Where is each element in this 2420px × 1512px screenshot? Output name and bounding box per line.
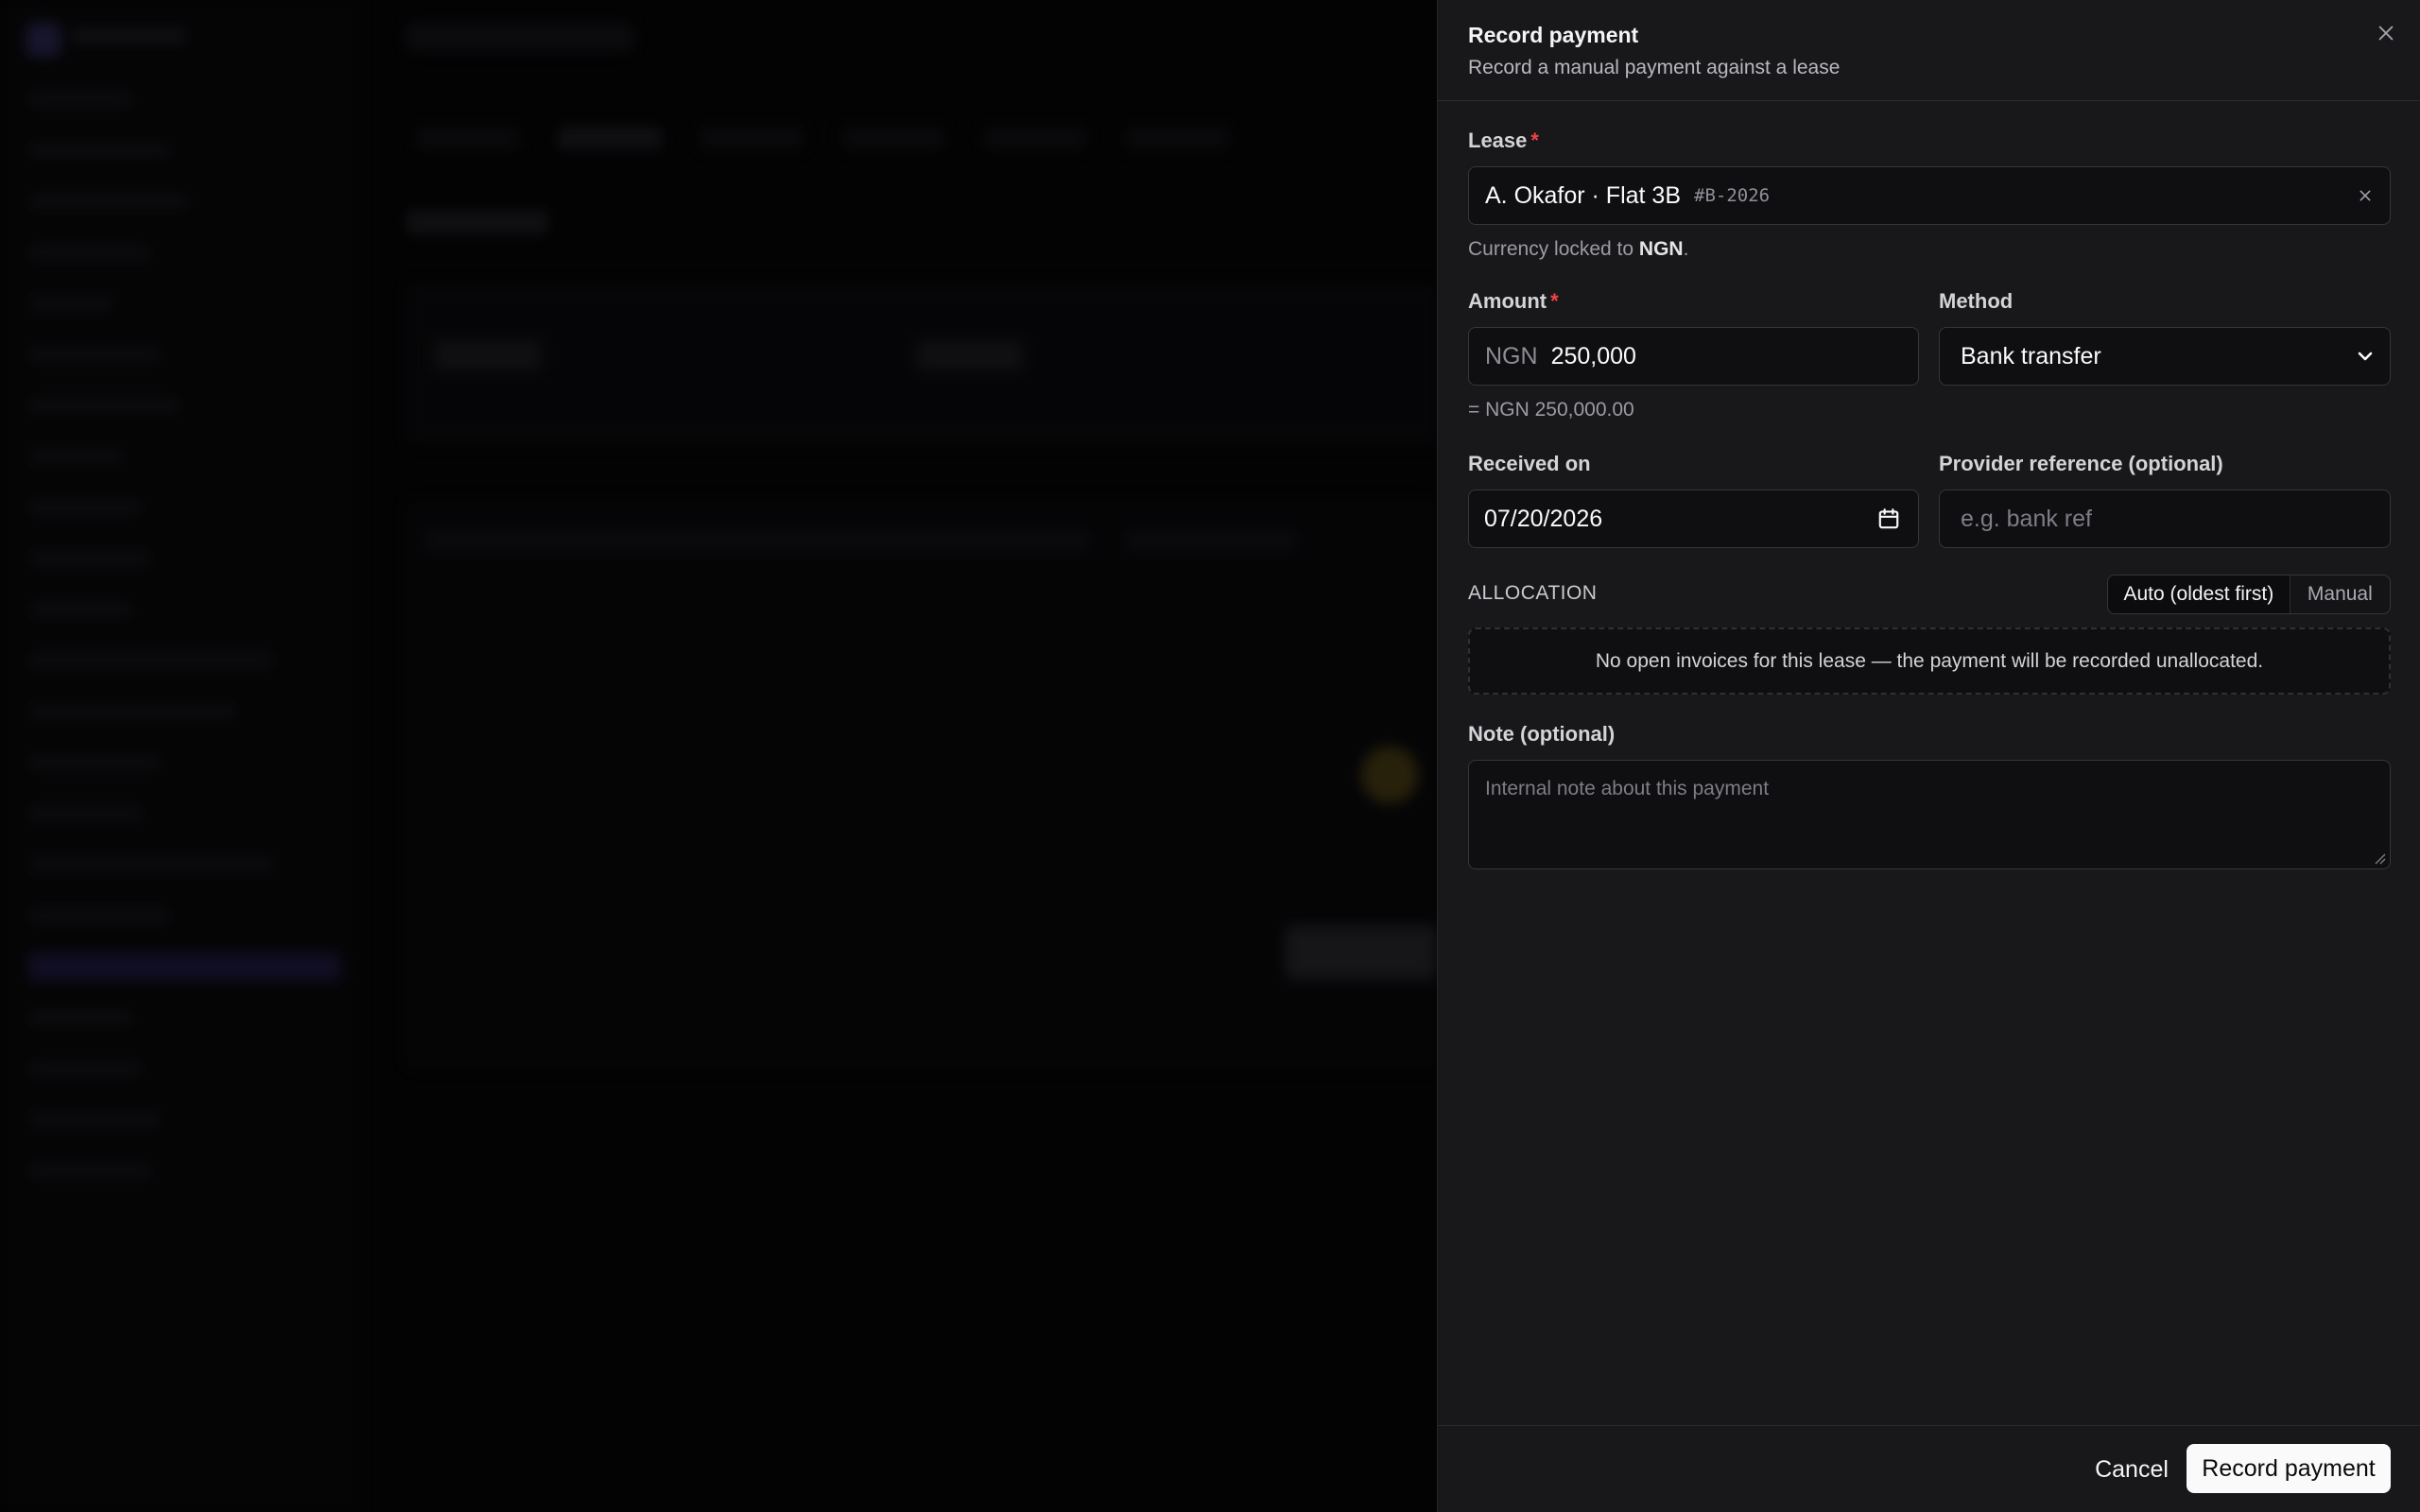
lease-combobox[interactable]: A. Okafor · Flat 3B #B-2026 [1468, 166, 2391, 225]
received-on-label: Received on [1468, 452, 1591, 475]
record-payment-drawer: Record payment Record a manual payment a… [1437, 0, 2420, 1512]
received-on-value: 07/20/2026 [1484, 505, 1603, 532]
clear-icon [2360, 190, 2371, 201]
allocation-mode-toggle: Auto (oldest first) Manual [2107, 575, 2391, 614]
amount-currency-prefix: NGN [1485, 342, 1538, 369]
close-button[interactable] [2370, 17, 2402, 49]
lease-label: Lease * [1468, 129, 1539, 153]
note-placeholder: Internal note about this payment [1485, 778, 1770, 799]
method-select[interactable]: Bank transfer [1939, 327, 2391, 386]
currency-lock-help: Currency locked to NGN. [1468, 238, 1688, 261]
method-selected-value: Bank transfer [1961, 342, 2101, 369]
calendar-icon[interactable] [1876, 507, 1901, 531]
note-label: Note (optional) [1468, 722, 1616, 746]
amount-label: Amount * [1468, 289, 1559, 314]
allocation-empty-state: No open invoices for this lease — the pa… [1468, 627, 2391, 695]
drawer-subtitle: Record a manual payment against a lease [1468, 57, 1841, 78]
currency-help-prefix: Currency locked to [1468, 238, 1639, 260]
drawer-footer: Cancel Record payment [1438, 1425, 2420, 1512]
required-marker: * [1530, 129, 1539, 152]
allocation-mode-auto[interactable]: Auto (oldest first) [2108, 576, 2290, 613]
lease-label-text: Lease [1468, 129, 1528, 152]
provider-reference-placeholder: e.g. bank ref [1961, 505, 2092, 532]
lease-selected-code: #B-2026 [1694, 185, 1771, 206]
method-label: Method [1939, 289, 2014, 313]
amount-field[interactable]: NGN 250,000 [1468, 327, 1919, 386]
provider-reference-input[interactable]: e.g. bank ref [1939, 490, 2391, 548]
currency-help-code: NGN [1638, 238, 1684, 260]
record-payment-button[interactable]: Record payment [2187, 1444, 2391, 1493]
drawer-title: Record payment [1468, 23, 1639, 47]
note-textarea[interactable]: Internal note about this payment [1468, 760, 2391, 869]
close-icon [2378, 26, 2394, 41]
amount-converted: = NGN 250,000.00 [1468, 399, 1634, 421]
amount-label-text: Amount [1468, 289, 1547, 313]
lease-clear-button[interactable] [2354, 184, 2377, 207]
received-on-date-input[interactable]: 07/20/2026 [1468, 490, 1919, 548]
amount-value: 250,000 [1550, 342, 1636, 369]
provider-reference-label: Provider reference (optional) [1939, 452, 2223, 475]
allocation-label: ALLOCATION [1468, 582, 1598, 604]
drawer-header: Record payment Record a manual payment a… [1438, 0, 2420, 101]
cancel-button[interactable]: Cancel [2084, 1445, 2179, 1494]
required-marker: * [1550, 289, 1559, 313]
lease-selected-name: A. Okafor · Flat 3B [1485, 181, 1682, 209]
allocation-mode-manual[interactable]: Manual [2290, 576, 2390, 613]
currency-help-suffix: . [1683, 238, 1689, 260]
chevron-down-icon [2358, 352, 2373, 361]
resize-handle-icon[interactable] [2373, 851, 2386, 865]
